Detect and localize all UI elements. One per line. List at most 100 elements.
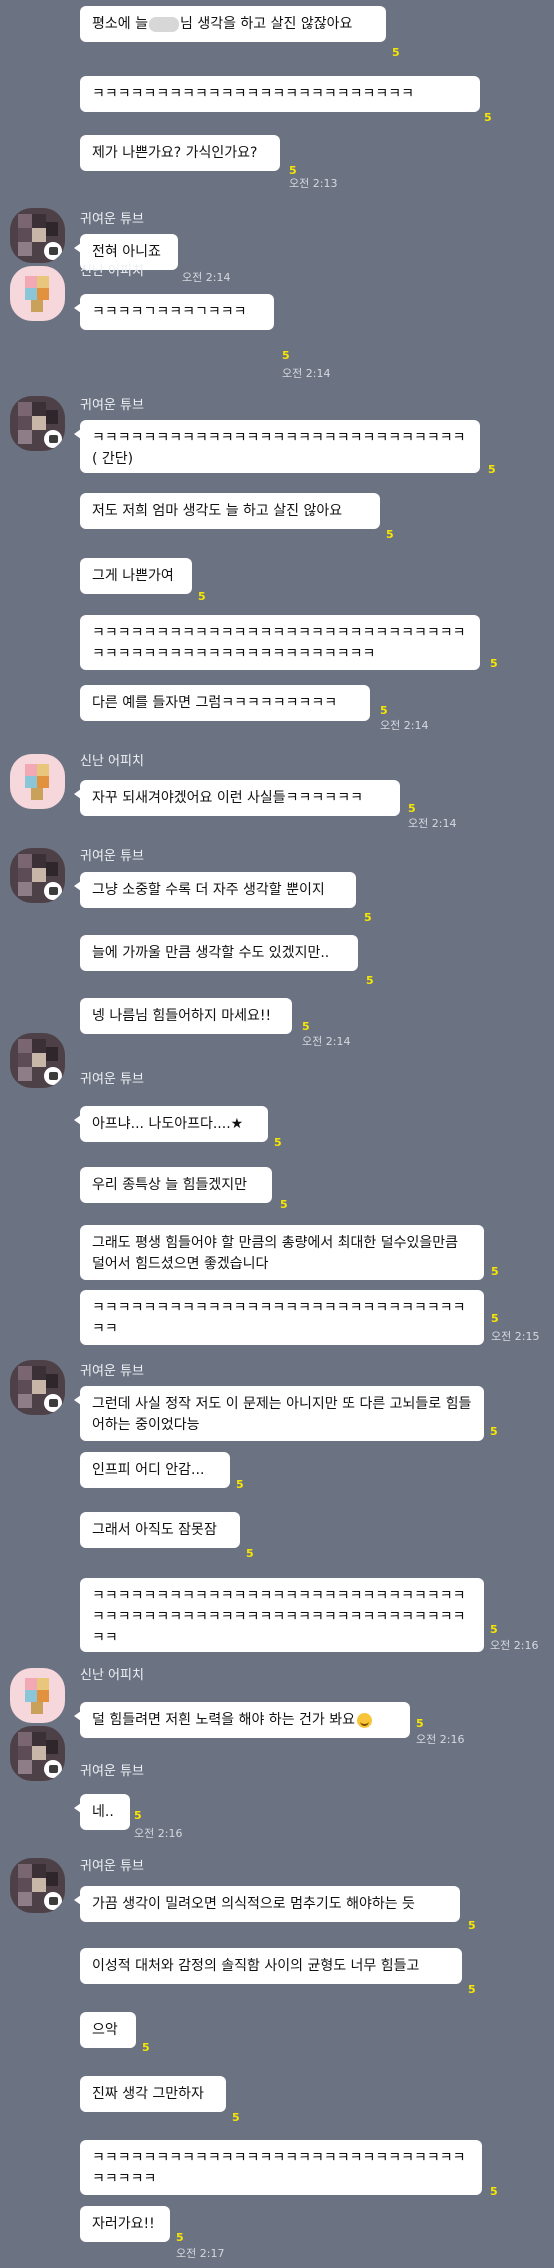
timestamp: 오전 2:14 <box>282 367 331 380</box>
message-bubble[interactable]: 그래서 아직도 잠못잠 <box>80 1512 240 1548</box>
message-bubble[interactable]: 이성적 대처와 감정의 솔직함 사이의 균형도 너무 힘들고 <box>80 1948 462 1984</box>
message-text: ㅋㅋㅋㅋㅋㅋㅋㅋㅋㅋㅋㅋㅋㅋㅋㅋㅋㅋㅋㅋㅋㅋㅋㅋㅋㅋㅋㅋㅋㅋㅋㅋㅋㅋㅋㅋㅋㅋㅋㅋ… <box>92 1588 466 1646</box>
message-text: 전혀 아니죠 <box>92 244 161 260</box>
chat-room: 평소에 늘 님 생각을 하고 살진 않잖아요 5 ㅋㅋㅋㅋㅋㅋㅋㅋㅋㅋㅋㅋㅋㅋㅋㅋ… <box>0 0 554 2268</box>
avatar-apeach[interactable] <box>10 754 65 809</box>
avatar-tube[interactable] <box>10 848 65 903</box>
message-bubble[interactable]: ㅋㅋㅋㅋㅋㅋㅋㅋㅋㅋㅋㅋㅋㅋㅋㅋㅋㅋㅋㅋㅋㅋㅋㅋㅋㅋㅋㅋㅋㅋㅋㅋㅋㅋㅋㅋㅋㅋㅋㅋ… <box>80 615 480 670</box>
message-bubble[interactable]: ㅋㅋㅋㅋㄱㅋㅋㅋㄱㅋㅋㅋ <box>74 294 274 330</box>
message-bubble[interactable]: 인프피 어디 안감... <box>80 1452 230 1488</box>
avatar-tube[interactable] <box>10 208 65 263</box>
read-count: 5 <box>488 463 496 476</box>
message-bubble[interactable]: 우리 종특상 늘 힘들겠지만 <box>80 1167 272 1203</box>
read-count: 5 <box>484 111 492 124</box>
read-count: 5 <box>490 2185 498 2198</box>
message-text: 우리 종특상 늘 힘들겠지만 <box>92 1177 248 1193</box>
talk-bubble-icon <box>44 1760 62 1778</box>
message-bubble[interactable]: 으악 <box>80 2012 136 2048</box>
message-bubble[interactable]: ㅋㅋㅋㅋㅋㅋㅋㅋㅋㅋㅋㅋㅋㅋㅋㅋㅋㅋㅋㅋㅋㅋㅋㅋㅋㅋㅋㅋㅋㅋㅋ <box>80 1290 484 1345</box>
read-count: 5 <box>491 1312 499 1325</box>
timestamp: 오전 2:16 <box>490 1639 539 1652</box>
read-count: 5 <box>232 2111 240 2124</box>
message-text: 아프냐... 나도아프다....★ <box>92 1116 244 1132</box>
read-count: 5 <box>142 2041 150 2054</box>
sender-name: 귀여운 튜브 <box>80 1764 144 1779</box>
message-bubble[interactable]: 평소에 늘 님 생각을 하고 살진 않잖아요 <box>80 6 386 42</box>
read-count: 5 <box>302 1020 310 1033</box>
timestamp: 오전 2:16 <box>134 1827 183 1840</box>
message-text: 다른 예를 들자면 그럼ㅋㅋㅋㅋㅋㅋㅋㅋㅋ <box>92 695 338 711</box>
message-text: 그래도 평생 힘들어야 할 만큼의 총량에서 최대한 덜수있을만큼 덜어서 힘드… <box>92 1235 459 1272</box>
message-bubble[interactable]: 그런데 사실 정작 저도 이 문제는 아니지만 또 다른 고뇌들로 힘들어하는 … <box>74 1386 484 1441</box>
talk-bubble-icon <box>44 242 62 260</box>
sender-name: 귀여운 튜브 <box>80 398 144 413</box>
avatar-apeach[interactable] <box>10 1668 65 1723</box>
avatar-tube[interactable] <box>10 1726 65 1781</box>
talk-bubble-icon <box>44 1067 62 1085</box>
talk-bubble-icon <box>44 1892 62 1910</box>
message-bubble[interactable]: 넹 나름님 힘들어하지 마세요!! <box>80 998 292 1034</box>
message-text: 가끔 생각이 밀려오면 의식적으로 멈추기도 해야하는 듯 <box>92 1896 415 1912</box>
read-count: 5 <box>386 528 394 541</box>
message-text: ㅋㅋㅋㅋㅋㅋㅋㅋㅋㅋㅋㅋㅋㅋㅋㅋㅋㅋㅋㅋㅋㅋㅋㅋㅋ <box>92 86 414 102</box>
read-count: 5 <box>416 1717 424 1730</box>
timestamp: 오전 2:14 <box>302 1035 351 1048</box>
message-bubble[interactable]: 저도 저희 엄마 생각도 늘 하고 살진 않아요 <box>80 493 380 529</box>
message-text: ㅋㅋㅋㅋㅋㅋㅋㅋㅋㅋㅋㅋㅋㅋㅋㅋㅋㅋㅋㅋㅋㅋㅋㅋㅋㅋㅋㅋㅋㅋㅋㅋㅋㅋ <box>92 2150 466 2187</box>
message-text: 님 생각을 하고 살진 않잖아요 <box>179 16 353 32</box>
smiling-face-icon <box>357 1712 372 1728</box>
message-text: 저도 저희 엄마 생각도 늘 하고 살진 않아요 <box>92 503 343 519</box>
read-count: 5 <box>289 164 297 177</box>
message-bubble[interactable]: 아프냐... 나도아프다....★ <box>74 1106 268 1142</box>
message-text: 늘에 가까울 만큼 생각할 수도 있겠지만.. <box>92 945 330 961</box>
message-text: 제가 나쁜가요? 가식인가요? <box>92 145 258 161</box>
sender-name: 신난 어피치 <box>80 264 144 279</box>
read-count: 5 <box>468 1983 476 1996</box>
sender-name: 귀여운 튜브 <box>80 1364 144 1379</box>
read-count: 5 <box>236 1478 244 1491</box>
message-bubble[interactable]: 가끔 생각이 밀려오면 의식적으로 멈추기도 해야하는 듯 <box>74 1886 460 1922</box>
read-count: 5 <box>198 590 206 603</box>
message-text: 평소에 늘 <box>92 16 148 32</box>
message-text: ㅋㅋㅋㅋㄱㅋㅋㅋㄱㅋㅋㅋ <box>92 304 247 320</box>
avatar-tube[interactable] <box>10 1858 65 1913</box>
sender-name: 귀여운 튜브 <box>80 212 144 227</box>
message-text: 인프피 어디 안감... <box>92 1462 205 1478</box>
sender-name: 신난 어피치 <box>80 1668 144 1683</box>
message-bubble[interactable]: 네.. <box>74 1794 130 1830</box>
read-count: 5 <box>392 46 400 59</box>
message-text: ㅋㅋㅋㅋㅋㅋㅋㅋㅋㅋㅋㅋㅋㅋㅋㅋㅋㅋㅋㅋㅋㅋㅋㅋㅋㅋㅋㅋㅋ( 간단) <box>92 430 466 467</box>
timestamp: 오전 2:17 <box>176 2247 225 2260</box>
message-bubble[interactable]: 덜 힘들려면 저흰 노력을 해야 하는 건가 봐요 <box>74 1702 410 1738</box>
read-count: 5 <box>490 1425 498 1438</box>
avatar-apeach[interactable] <box>10 266 65 321</box>
message-text: 자꾸 되새겨야겠어요 이런 사실들ㅋㅋㅋㅋㅋㅋ <box>92 790 363 806</box>
message-bubble[interactable]: 자꾸 되새겨야겠어요 이런 사실들ㅋㅋㅋㅋㅋㅋ <box>74 780 400 816</box>
message-bubble[interactable]: 다른 예를 들자면 그럼ㅋㅋㅋㅋㅋㅋㅋㅋㅋ <box>80 685 370 721</box>
message-bubble[interactable]: 제가 나쁜가요? 가식인가요? <box>80 135 280 171</box>
message-bubble[interactable]: 그래도 평생 힘들어야 할 만큼의 총량에서 최대한 덜수있을만큼 덜어서 힘드… <box>80 1225 484 1280</box>
message-bubble[interactable]: 그게 나쁜가여 <box>80 558 192 594</box>
timestamp: 오전 2:14 <box>380 719 429 732</box>
message-bubble[interactable]: ㅋㅋㅋㅋㅋㅋㅋㅋㅋㅋㅋㅋㅋㅋㅋㅋㅋㅋㅋㅋㅋㅋㅋㅋㅋㅋㅋㅋㅋㅋㅋㅋㅋㅋ <box>80 2140 482 2195</box>
avatar-tube[interactable] <box>10 1033 65 1088</box>
message-bubble[interactable]: 늘에 가까울 만큼 생각할 수도 있겠지만.. <box>80 935 358 971</box>
avatar-tube[interactable] <box>10 396 65 451</box>
timestamp: 오전 2:13 <box>289 177 338 190</box>
message-text: 자러가요!! <box>92 2216 155 2232</box>
message-bubble[interactable]: 그냥 소중할 수록 더 자주 생각할 뿐이지 <box>74 872 356 908</box>
message-text: 그런데 사실 정작 저도 이 문제는 아니지만 또 다른 고뇌들로 힘들어하는 … <box>92 1396 472 1433</box>
read-count: 5 <box>490 1623 498 1636</box>
message-bubble[interactable]: ㅋㅋㅋㅋㅋㅋㅋㅋㅋㅋㅋㅋㅋㅋㅋㅋㅋㅋㅋㅋㅋㅋㅋㅋㅋㅋㅋㅋㅋㅋㅋㅋㅋㅋㅋㅋㅋㅋㅋㅋ… <box>80 1578 484 1652</box>
talk-bubble-icon <box>44 430 62 448</box>
message-text: 그래서 아직도 잠못잠 <box>92 1522 217 1538</box>
message-text: 넹 나름님 힘들어하지 마세요!! <box>92 1008 272 1024</box>
avatar-tube[interactable] <box>10 1360 65 1415</box>
message-bubble[interactable]: 진짜 생각 그만하자 <box>80 2076 226 2112</box>
message-text: 네.. <box>92 1804 114 1820</box>
message-bubble[interactable]: ㅋㅋㅋㅋㅋㅋㅋㅋㅋㅋㅋㅋㅋㅋㅋㅋㅋㅋㅋㅋㅋㅋㅋㅋㅋㅋㅋㅋㅋ( 간단) <box>74 420 480 473</box>
timestamp: 오전 2:14 <box>408 817 457 830</box>
message-bubble[interactable]: ㅋㅋㅋㅋㅋㅋㅋㅋㅋㅋㅋㅋㅋㅋㅋㅋㅋㅋㅋㅋㅋㅋㅋㅋㅋ <box>80 76 480 112</box>
message-text: ㅋㅋㅋㅋㅋㅋㅋㅋㅋㅋㅋㅋㅋㅋㅋㅋㅋㅋㅋㅋㅋㅋㅋㅋㅋㅋㅋㅋㅋㅋㅋ <box>92 1300 466 1337</box>
message-bubble[interactable]: 자러가요!! <box>80 2206 170 2242</box>
